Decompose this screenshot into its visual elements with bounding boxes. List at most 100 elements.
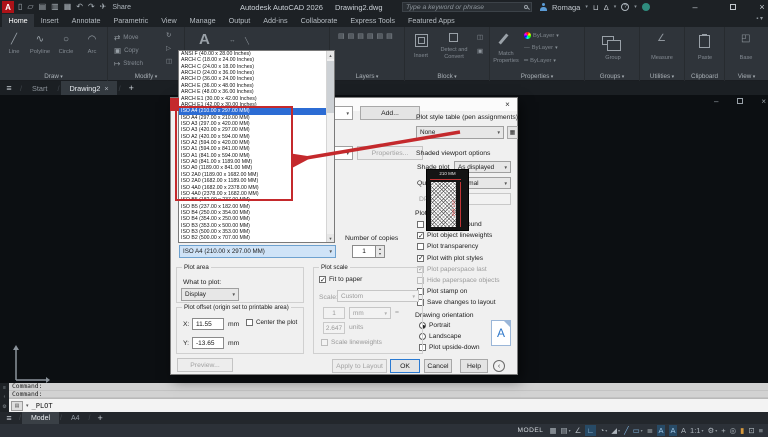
- layer-icon[interactable]: ▤: [377, 32, 384, 40]
- leader-icon[interactable]: ╲: [245, 37, 249, 45]
- redo-icon[interactable]: ↷: [88, 0, 95, 14]
- osnap-icon[interactable]: ▭▾: [633, 425, 643, 436]
- checkbox[interactable]: [417, 221, 424, 228]
- user-avatar-icon[interactable]: [540, 3, 547, 11]
- arc-tool[interactable]: ◠Arc: [80, 32, 104, 55]
- isodraft-icon[interactable]: ◢▾: [611, 425, 620, 436]
- annotation-scale-value[interactable]: 1:1▾: [690, 425, 703, 436]
- autocad-logo-icon[interactable]: A: [2, 1, 14, 13]
- autodesk-access-icon[interactable]: Δ: [604, 3, 609, 12]
- mirror-icon[interactable]: ▷: [166, 44, 171, 52]
- linetype-control[interactable]: —ByLayer▾: [524, 45, 558, 51]
- insert-block-icon[interactable]: [415, 34, 428, 47]
- layer-icon[interactable]: ▤: [338, 32, 345, 40]
- save-changes-to-layout-option[interactable]: Save changes to layout: [417, 297, 517, 308]
- panel-label-groups[interactable]: Groups: [585, 73, 639, 80]
- save-icon[interactable]: ▤: [39, 0, 47, 14]
- model-space-label[interactable]: MODEL: [517, 427, 543, 434]
- layer-icon[interactable]: ▤: [348, 32, 355, 40]
- center-plot-option[interactable]: Center the plot: [246, 319, 297, 326]
- edit-plot-style-button[interactable]: ▦: [507, 126, 518, 139]
- dialog-close-icon[interactable]: ×: [502, 99, 513, 110]
- ribbon-tab-add-ins[interactable]: Add-ins: [257, 14, 294, 27]
- viewport-restore-icon[interactable]: [737, 98, 743, 104]
- infer-constraints-icon[interactable]: ∠: [575, 425, 582, 436]
- checkbox[interactable]: [417, 243, 424, 250]
- tab-drawing2[interactable]: Drawing2 ×: [61, 81, 116, 95]
- plot-icon[interactable]: ▦: [64, 0, 72, 14]
- less-options-button[interactable]: ‹: [493, 360, 505, 372]
- center-plot-checkbox[interactable]: [246, 319, 253, 326]
- lineweight-icon[interactable]: ≣: [647, 425, 653, 436]
- paper-size-combo[interactable]: ISO A4 (210.00 x 297.00 MM)▼: [179, 245, 336, 258]
- ribbon-tab-featured-apps[interactable]: Featured Apps: [401, 14, 461, 27]
- ortho-icon[interactable]: ∟: [585, 425, 595, 436]
- selection-cycling-icon[interactable]: ◎: [730, 425, 737, 436]
- annotation-scale-icon[interactable]: A: [681, 425, 686, 436]
- save-as-icon[interactable]: ▥: [51, 0, 59, 14]
- minimize-button[interactable]: –: [688, 0, 702, 14]
- panel-label-draw[interactable]: Draw: [0, 73, 107, 80]
- viewport-close-icon[interactable]: ×: [761, 97, 766, 106]
- ribbon-tab-manage[interactable]: Manage: [183, 14, 222, 27]
- panel-label-block[interactable]: Block: [405, 73, 489, 80]
- ribbon-tab-view[interactable]: View: [155, 14, 183, 27]
- close-button[interactable]: ×: [755, 0, 768, 14]
- tab-model[interactable]: Model: [22, 412, 59, 424]
- viewport-minimize-icon[interactable]: –: [714, 97, 718, 106]
- plot-style-combo[interactable]: None▼: [416, 126, 504, 139]
- panel-label-modify[interactable]: Modify: [108, 73, 184, 80]
- what-to-plot-combo[interactable]: Display▼: [181, 288, 239, 301]
- dimension-icon[interactable]: ↔: [229, 37, 236, 44]
- layer-icon[interactable]: ▤: [367, 32, 374, 40]
- app-store-icon[interactable]: ⊔: [593, 3, 599, 12]
- match-properties-label[interactable]: Match Properties: [490, 51, 522, 64]
- command-grip-icon[interactable]: ≡: [3, 385, 6, 391]
- file-tab-menu-icon[interactable]: ≡: [0, 81, 18, 95]
- text-tool-icon[interactable]: A: [199, 31, 210, 48]
- tab-layout-a4[interactable]: A4: [63, 412, 88, 424]
- ok-button[interactable]: OK: [390, 359, 420, 373]
- circle-tool[interactable]: ○Circle: [54, 32, 78, 55]
- checkbox[interactable]: [417, 232, 424, 239]
- open-file-icon[interactable]: ▱: [27, 0, 33, 14]
- move-tool[interactable]: ⇄Move: [114, 33, 138, 42]
- measure-label[interactable]: Measure: [642, 55, 682, 62]
- ribbon-tab-annotate[interactable]: Annotate: [65, 14, 107, 27]
- tab-start[interactable]: Start: [24, 81, 55, 95]
- plus-icon[interactable]: +: [721, 425, 725, 436]
- isolate-objects-icon[interactable]: ▮: [740, 425, 744, 436]
- upside-down-option[interactable]: Plot upside-down: [419, 342, 480, 353]
- chevron-down-icon[interactable]: ▾: [614, 4, 617, 10]
- group-label[interactable]: Group: [593, 55, 633, 62]
- stretch-tool[interactable]: ↦Stretch: [114, 59, 143, 68]
- rotate-icon[interactable]: ↻: [166, 31, 171, 39]
- panel-label-clipboard[interactable]: Clipboard: [685, 73, 724, 80]
- command-input[interactable]: ▤ ▾ _PLOT: [9, 398, 768, 412]
- fit-to-paper-checkbox[interactable]: [319, 276, 326, 283]
- plot-stamp-on-option[interactable]: Plot stamp on: [417, 286, 517, 297]
- ribbon-minimize-icon[interactable]: ▪ ▾: [756, 15, 763, 22]
- spin-down-icon[interactable]: ▼: [376, 252, 384, 258]
- ribbon-tab-express-tools[interactable]: Express Tools: [344, 14, 402, 27]
- paper-size-listbox[interactable]: ANSI F (40.00 x 28.00 Inches)ARCH C (18.…: [178, 50, 335, 243]
- copies-spinner[interactable]: ▲▼: [376, 245, 385, 258]
- insert-label[interactable]: Insert: [407, 53, 435, 60]
- layer-icon[interactable]: ▤: [357, 32, 364, 40]
- restore-button[interactable]: [726, 0, 740, 14]
- copy-tool[interactable]: ▣Copy: [114, 46, 139, 55]
- layout-menu-icon[interactable]: ≡: [0, 412, 18, 424]
- chevron-down-icon[interactable]: ▾: [585, 4, 588, 10]
- plot-with-plot-styles-option[interactable]: Plot with plot styles: [417, 253, 517, 264]
- annotation-visibility-icon[interactable]: A: [657, 425, 665, 436]
- paper-size-option[interactable]: ISO B2 (500.00 x 707.00 MM): [179, 235, 326, 241]
- new-tab-button[interactable]: +: [123, 81, 140, 95]
- status-menu-icon[interactable]: ≡: [759, 425, 763, 436]
- detect-convert-icon[interactable]: [449, 33, 458, 42]
- paste-icon[interactable]: [699, 35, 710, 48]
- panel-label-utilities[interactable]: Utilities: [640, 73, 684, 80]
- detect-convert-label[interactable]: Detect and Convert: [437, 47, 471, 60]
- polyline-tool[interactable]: ∿Polyline: [28, 32, 52, 55]
- ribbon-tab-insert[interactable]: Insert: [34, 14, 65, 27]
- x-offset-field[interactable]: 11.55: [192, 318, 224, 330]
